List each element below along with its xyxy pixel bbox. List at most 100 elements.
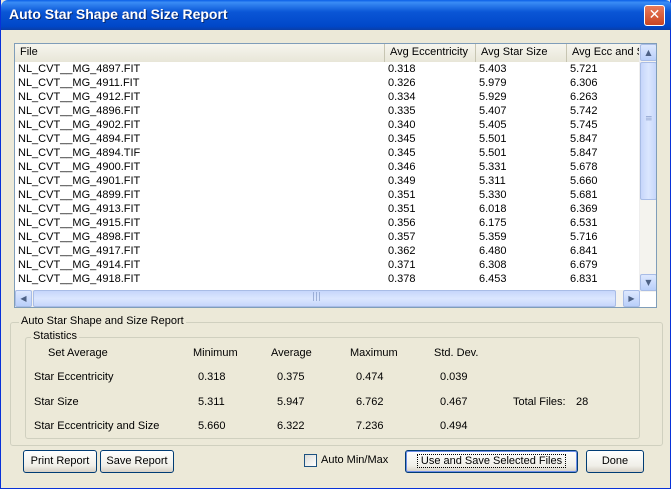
horizontal-scrollbar[interactable]: ◀ ||| ▶ [15, 290, 640, 307]
cell-avg-ecc-and-size: 5.742 [570, 105, 598, 117]
table-row[interactable]: NL_CVT__MG_4902.FIT 0.340 5.405 5.745 [15, 118, 640, 132]
cell-avg-star-size: 6.018 [479, 203, 507, 215]
scroll-down-arrow-icon[interactable]: ▼ [640, 274, 656, 291]
cell-file: NL_CVT__MG_4914.FIT [18, 259, 141, 271]
column-header-avg-star-size[interactable]: Avg Star Size [476, 44, 567, 62]
table-row[interactable]: NL_CVT__MG_4900.FIT 0.346 5.331 5.678 [15, 160, 640, 174]
stat-avg-value: 6.322 [277, 420, 305, 432]
cell-avg-star-size: 5.407 [479, 105, 507, 117]
cell-avg-star-size: 5.331 [479, 161, 507, 173]
cell-file: NL_CVT__MG_4894.TIF [18, 147, 141, 159]
stat-min-value: 0.318 [198, 371, 226, 383]
table-row[interactable]: NL_CVT__MG_4896.FIT 0.335 5.407 5.742 [15, 104, 640, 118]
table-row[interactable]: NL_CVT__MG_4898.FIT 0.357 5.359 5.716 [15, 230, 640, 244]
cell-avg-ecc-and-size: 5.681 [570, 189, 598, 201]
table-row[interactable]: NL_CVT__MG_4915.FIT 0.356 6.175 6.531 [15, 216, 640, 230]
cell-file: NL_CVT__MG_4899.FIT [18, 189, 141, 201]
horizontal-scroll-thumb[interactable] [33, 290, 616, 307]
maximum-header: Maximum [350, 347, 398, 359]
cell-avg-eccentricity: 0.335 [388, 105, 416, 117]
cell-avg-ecc-and-size: 6.831 [570, 273, 598, 285]
cell-avg-eccentricity: 0.345 [388, 133, 416, 145]
stat-min-value: 5.660 [198, 420, 226, 432]
table-row[interactable]: NL_CVT__MG_4894.TIF 0.345 5.501 5.847 [15, 146, 640, 160]
stat-max-value: 7.236 [356, 420, 384, 432]
cell-avg-eccentricity: 0.326 [388, 77, 416, 89]
cell-avg-eccentricity: 0.351 [388, 189, 416, 201]
minimum-header: Minimum [193, 347, 238, 359]
std-dev-header: Std. Dev. [434, 347, 479, 359]
table-row[interactable]: NL_CVT__MG_4911.FIT 0.326 5.979 6.306 [15, 76, 640, 90]
cell-file: NL_CVT__MG_4912.FIT [18, 91, 141, 103]
scroll-up-arrow-icon[interactable]: ▲ [640, 44, 656, 61]
vertical-scroll-thumb[interactable] [640, 62, 656, 200]
report-group-label: Auto Star Shape and Size Report [19, 315, 186, 327]
stat-max-value: 0.474 [356, 371, 384, 383]
statistics-label: Statistics [31, 330, 80, 342]
table-row[interactable]: NL_CVT__MG_4901.FIT 0.349 5.311 5.660 [15, 174, 640, 188]
scroll-left-arrow-icon[interactable]: ◀ [15, 290, 32, 307]
cell-file: NL_CVT__MG_4902.FIT [18, 119, 141, 131]
cell-avg-ecc-and-size: 5.847 [570, 133, 598, 145]
cell-file: NL_CVT__MG_4913.FIT [18, 203, 141, 215]
auto-min-max-checkbox[interactable] [304, 454, 317, 467]
save-report-button[interactable]: Save Report [100, 450, 174, 473]
cell-avg-ecc-and-size: 6.263 [570, 91, 598, 103]
cell-avg-ecc-and-size: 6.531 [570, 217, 598, 229]
cell-file: NL_CVT__MG_4896.FIT [18, 105, 141, 117]
cell-avg-star-size: 5.405 [479, 119, 507, 131]
cell-file: NL_CVT__MG_4900.FIT [18, 161, 141, 173]
stat-std-value: 0.494 [440, 420, 468, 432]
total-files-label: Total Files: [513, 396, 566, 408]
table-row[interactable]: NL_CVT__MG_4914.FIT 0.371 6.308 6.679 [15, 258, 640, 272]
cell-avg-eccentricity: 0.334 [388, 91, 416, 103]
window-title: Auto Star Shape and Size Report [9, 6, 228, 22]
cell-avg-ecc-and-size: 6.306 [570, 77, 598, 89]
cell-avg-eccentricity: 0.340 [388, 119, 416, 131]
use-and-save-selected-files-button[interactable]: Use and Save Selected Files [405, 450, 578, 473]
cell-file: NL_CVT__MG_4911.FIT [18, 77, 140, 89]
set-average-header: Set Average [48, 347, 108, 359]
total-files-value: 28 [576, 396, 589, 408]
close-button[interactable]: ✕ [644, 5, 665, 26]
done-button[interactable]: Done [586, 450, 644, 473]
table-row[interactable]: NL_CVT__MG_4912.FIT 0.334 5.929 6.263 [15, 90, 640, 104]
column-header-file[interactable]: File [15, 44, 385, 62]
stat-row-label: Star Size [34, 396, 79, 408]
cell-avg-eccentricity: 0.345 [388, 147, 416, 159]
cell-avg-eccentricity: 0.346 [388, 161, 416, 173]
table-row[interactable]: NL_CVT__MG_4897.FIT 0.318 5.403 5.721 [15, 62, 640, 76]
file-list[interactable]: File Avg Eccentricity Avg Star Size Avg … [14, 43, 657, 308]
cell-avg-ecc-and-size: 5.847 [570, 147, 598, 159]
cell-avg-star-size: 6.175 [479, 217, 507, 229]
print-report-button[interactable]: Print Report [23, 450, 97, 473]
table-row[interactable]: NL_CVT__MG_4918.FIT 0.378 6.453 6.831 [15, 272, 640, 286]
cell-avg-ecc-and-size: 5.678 [570, 161, 598, 173]
table-row[interactable]: NL_CVT__MG_4894.FIT 0.345 5.501 5.847 [15, 132, 640, 146]
cell-avg-star-size: 5.330 [479, 189, 507, 201]
auto-min-max-label[interactable]: Auto Min/Max [321, 454, 388, 466]
column-header-avg-ecc-and-size[interactable]: Avg Ecc and S [567, 44, 640, 62]
cell-avg-ecc-and-size: 5.660 [570, 175, 598, 187]
vertical-scrollbar[interactable]: ▲ ≡ ▼ [639, 44, 656, 292]
stat-std-value: 0.039 [440, 371, 468, 383]
cell-avg-star-size: 6.308 [479, 259, 507, 271]
table-row[interactable]: NL_CVT__MG_4913.FIT 0.351 6.018 6.369 [15, 202, 640, 216]
cell-avg-star-size: 5.979 [479, 77, 507, 89]
table-row[interactable]: NL_CVT__MG_4899.FIT 0.351 5.330 5.681 [15, 188, 640, 202]
cell-file: NL_CVT__MG_4917.FIT [18, 245, 141, 257]
cell-avg-eccentricity: 0.349 [388, 175, 416, 187]
table-row[interactable]: NL_CVT__MG_4917.FIT 0.362 6.480 6.841 [15, 244, 640, 258]
cell-avg-ecc-and-size: 6.369 [570, 203, 598, 215]
column-header-avg-eccentricity[interactable]: Avg Eccentricity [385, 44, 476, 62]
cell-avg-star-size: 5.403 [479, 63, 507, 75]
cell-avg-star-size: 5.501 [479, 147, 507, 159]
scroll-right-arrow-icon[interactable]: ▶ [623, 290, 640, 307]
cell-avg-ecc-and-size: 5.745 [570, 119, 598, 131]
stat-max-value: 6.762 [356, 396, 384, 408]
cell-file: NL_CVT__MG_4897.FIT [18, 63, 141, 75]
cell-file: NL_CVT__MG_4894.FIT [18, 133, 141, 145]
title-bar[interactable]: Auto Star Shape and Size Report ✕ [1, 0, 671, 30]
report-dialog: Auto Star Shape and Size Report ✕ File A… [0, 0, 671, 489]
cell-file: NL_CVT__MG_4918.FIT [18, 273, 141, 285]
